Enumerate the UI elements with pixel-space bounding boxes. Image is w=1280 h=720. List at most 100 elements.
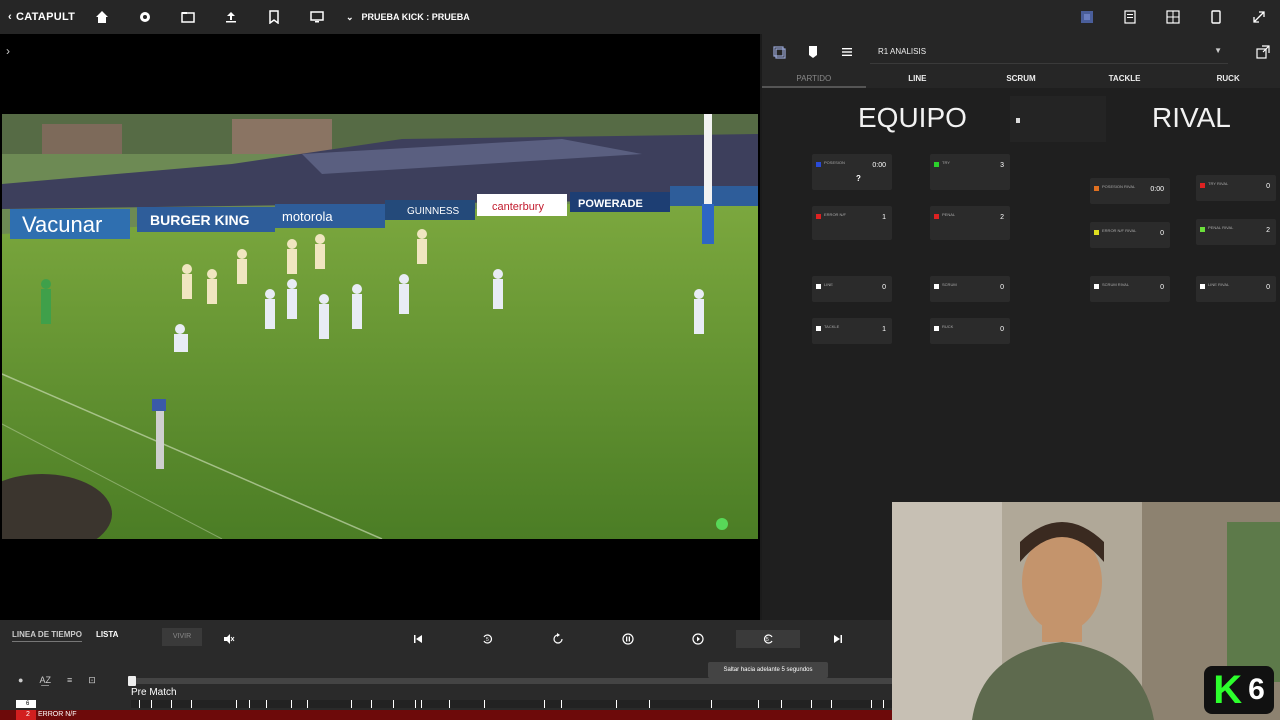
code-button-posesion-rival[interactable]: POSESION RIVAL 0:00 <box>1090 178 1170 204</box>
tab-partido[interactable]: PARTIDO <box>762 70 866 88</box>
timeline-tools: ● A͟Z ≡ ⊡ <box>18 675 96 686</box>
gear-icon[interactable] <box>123 0 166 34</box>
code-value: 0:00 <box>872 162 886 169</box>
tooltip: Saltar hacia adelante 5 segundos <box>708 662 828 678</box>
color-dot <box>934 162 939 167</box>
tab-timeline[interactable]: LINEA DE TIEMPO <box>12 630 82 642</box>
chevron-down-icon: ⌄ <box>346 11 354 22</box>
tab-tackle[interactable]: TACKLE <box>1073 70 1177 88</box>
color-dot <box>934 214 939 219</box>
copy-icon[interactable] <box>762 34 796 70</box>
replay-icon[interactable] <box>549 630 567 648</box>
code-value: 2 <box>1266 227 1270 234</box>
code-button-penal[interactable]: PENAL 2 <box>930 206 1010 240</box>
code-label: LINE RIVAL <box>1208 282 1230 287</box>
color-dot <box>1200 183 1205 188</box>
live-button[interactable]: VIVIR <box>162 628 202 646</box>
timeline-scrubber[interactable] <box>128 676 892 686</box>
forward-5-icon: 5 <box>764 634 773 644</box>
chevron-right-icon[interactable]: › <box>6 44 10 58</box>
code-value: 0 <box>1266 183 1270 190</box>
palette-icon[interactable]: ● <box>18 675 23 686</box>
tab-scrum[interactable]: SCRUM <box>969 70 1073 88</box>
code-label: SCRUM RIVAL <box>1102 282 1130 287</box>
sort-az-icon[interactable]: A͟Z <box>39 675 51 686</box>
grid-icon[interactable] <box>1151 0 1194 34</box>
banner-text: motorola <box>282 209 333 224</box>
code-label: POSESION RIVAL <box>1102 184 1136 189</box>
code-button-posesion[interactable]: POSESION 0:00 ? <box>812 154 892 190</box>
team-right-label: RIVAL <box>1152 102 1231 133</box>
back-icon[interactable]: ‹ <box>8 11 12 23</box>
panel-toolbar: R1 ANALISIS ▼ <box>762 34 1280 70</box>
tab-line[interactable]: LINE <box>866 70 970 88</box>
code-button-tackle[interactable]: TACKLE 1 <box>812 318 892 344</box>
color-dot <box>816 162 821 167</box>
timeline-row-error[interactable]: 2 ERROR N/F <box>0 710 892 720</box>
tag-settings-icon[interactable] <box>796 34 830 70</box>
code-subvalue: ? <box>856 174 861 183</box>
svg-text:5: 5 <box>766 637 769 643</box>
code-label: TACKLE <box>824 324 840 329</box>
code-button-scrum-rival[interactable]: SCRUM RIVAL 0 <box>1090 276 1170 302</box>
code-button-penal-rival[interactable]: PENAL RIVAL 2 <box>1196 219 1276 245</box>
code-label: TRY <box>942 160 950 165</box>
tab-list[interactable]: LISTA <box>96 630 119 642</box>
code-label: TRY RIVAL <box>1208 181 1229 186</box>
code-label: PENAL <box>942 212 956 217</box>
code-value: 2 <box>1000 214 1004 221</box>
code-value: 1 <box>882 326 886 333</box>
upload-icon[interactable] <box>209 0 252 34</box>
playhead-handle[interactable] <box>128 676 136 686</box>
banner-text: Vacunar <box>22 212 102 237</box>
timeline-row[interactable] <box>131 700 892 708</box>
skip-previous-icon[interactable] <box>409 630 427 648</box>
expand-icon[interactable] <box>1237 0 1280 34</box>
team-left-label: EQUIPO <box>858 102 967 133</box>
code-label: ERROR N/F RIVAL <box>1102 228 1137 233</box>
slow-motion-icon[interactable] <box>689 630 707 648</box>
rugby-match-frame: Vacunar BURGER KING motorola GUINNESS ca… <box>2 114 758 539</box>
layout-icon[interactable] <box>1065 0 1108 34</box>
banner-text: POWERADE <box>578 198 643 210</box>
code-button-line-rival[interactable]: LINE RIVAL 0 <box>1196 276 1276 302</box>
code-label: ERROR N/F <box>824 212 846 217</box>
period-indicator[interactable] <box>1010 96 1106 142</box>
code-button-ruck[interactable]: RUCK 0 <box>930 318 1010 344</box>
video-area: › Vacunar BURGER KING motorola GUINNESS … <box>0 34 760 620</box>
tablet-icon[interactable] <box>1194 0 1237 34</box>
banner-text: GUINNESS <box>407 206 460 217</box>
bookmark-icon[interactable] <box>252 0 295 34</box>
skip-next-icon[interactable] <box>829 630 847 648</box>
tab-ruck[interactable]: RUCK <box>1176 70 1280 88</box>
mute-icon[interactable] <box>220 630 238 648</box>
forward-5-button[interactable]: 5 <box>736 630 800 648</box>
pause-icon[interactable] <box>619 630 637 648</box>
code-button-try-rival[interactable]: TRY RIVAL 0 <box>1196 175 1276 201</box>
popout-icon[interactable] <box>1246 34 1280 70</box>
video-player[interactable]: Vacunar BURGER KING motorola GUINNESS ca… <box>2 114 758 539</box>
template-select[interactable]: R1 ANALISIS ▼ <box>870 40 1228 64</box>
code-value: 0 <box>882 284 886 291</box>
home-icon[interactable] <box>80 0 123 34</box>
color-dot <box>816 284 821 289</box>
code-button-error-rival[interactable]: ERROR N/F RIVAL 0 <box>1090 222 1170 248</box>
code-button-error[interactable]: ERROR N/F 1 <box>812 206 892 240</box>
code-button-try[interactable]: TRY 3 <box>930 154 1010 190</box>
code-value: 0 <box>1160 230 1164 237</box>
rewind-5-icon[interactable]: 5 <box>479 630 497 648</box>
monitor-icon[interactable] <box>295 0 338 34</box>
code-button-scrum[interactable]: SCRUM 0 <box>930 276 1010 302</box>
flag-icon <box>1016 118 1020 123</box>
period-label: Pre Match <box>131 687 177 698</box>
color-dot <box>816 214 821 219</box>
code-button-line[interactable]: LINE 0 <box>812 276 892 302</box>
document-icon[interactable] <box>1108 0 1151 34</box>
timeline-row-count: 6 <box>16 700 36 708</box>
project-selector[interactable]: ⌄ PRUEBA KICK : PRUEBA <box>346 12 470 23</box>
menu-icon[interactable] <box>830 34 864 70</box>
folder-icon[interactable] <box>166 0 209 34</box>
view-toggle-icon[interactable]: ⊡ <box>88 675 96 686</box>
brand-logo[interactable]: ‹ CATAPULT <box>0 11 80 23</box>
filter-icon[interactable]: ≡ <box>67 675 72 686</box>
